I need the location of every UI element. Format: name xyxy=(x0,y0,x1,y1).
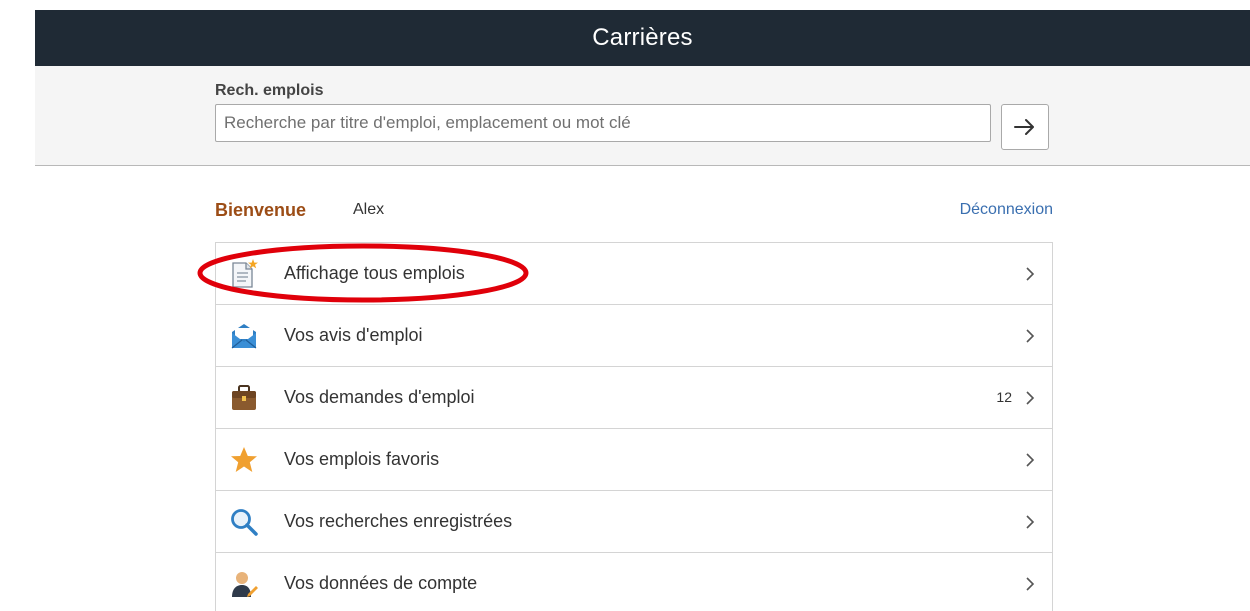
welcome-greeting: Bienvenue xyxy=(215,200,307,220)
star-icon xyxy=(228,444,260,476)
career-menu: Affichage tous emplois Vos avis d'emploi xyxy=(215,242,1053,611)
menu-item-saved-searches[interactable]: Vos recherches enregistrées xyxy=(216,491,1052,553)
logout-link[interactable]: Déconnexion xyxy=(960,201,1053,219)
new-document-icon xyxy=(228,258,260,290)
menu-item-job-alerts[interactable]: Vos avis d'emploi xyxy=(216,305,1052,367)
menu-item-label: Vos avis d'emploi xyxy=(284,325,423,345)
chevron-right-icon xyxy=(1026,329,1035,343)
chevron-right-icon xyxy=(1026,515,1035,529)
menu-item-label: Vos demandes d'emploi xyxy=(284,387,475,407)
menu-item-view-all-jobs[interactable]: Affichage tous emplois xyxy=(216,243,1052,305)
chevron-right-icon xyxy=(1026,267,1035,281)
search-label: Rech. emplois xyxy=(215,82,324,99)
count-badge: 12 xyxy=(996,389,1012,405)
user-name: Alex xyxy=(353,201,385,218)
page-title: Carrières xyxy=(592,24,693,51)
app-header: Carrières xyxy=(35,10,1250,66)
menu-item-job-applications[interactable]: Vos demandes d'emploi 12 xyxy=(216,367,1052,429)
envelope-icon xyxy=(228,320,260,352)
arrow-right-icon xyxy=(1014,119,1034,135)
chevron-right-icon xyxy=(1026,453,1035,467)
user-edit-icon xyxy=(228,568,260,600)
menu-item-label: Vos emplois favoris xyxy=(284,449,440,469)
search-input[interactable] xyxy=(215,104,991,142)
menu-item-account-data[interactable]: Vos données de compte xyxy=(216,553,1052,611)
menu-item-label: Affichage tous emplois xyxy=(284,263,465,283)
menu-item-label: Vos données de compte xyxy=(284,573,478,593)
briefcase-icon xyxy=(228,382,260,414)
welcome-row: Bienvenue Alex Déconnexion xyxy=(215,198,1053,224)
search-button[interactable] xyxy=(1001,104,1049,150)
menu-item-favorite-jobs[interactable]: Vos emplois favoris xyxy=(216,429,1052,491)
chevron-right-icon xyxy=(1026,577,1035,591)
magnifier-icon xyxy=(228,506,260,538)
chevron-right-icon xyxy=(1026,391,1035,405)
menu-item-label: Vos recherches enregistrées xyxy=(284,511,513,531)
search-panel: Rech. emplois xyxy=(35,66,1250,166)
